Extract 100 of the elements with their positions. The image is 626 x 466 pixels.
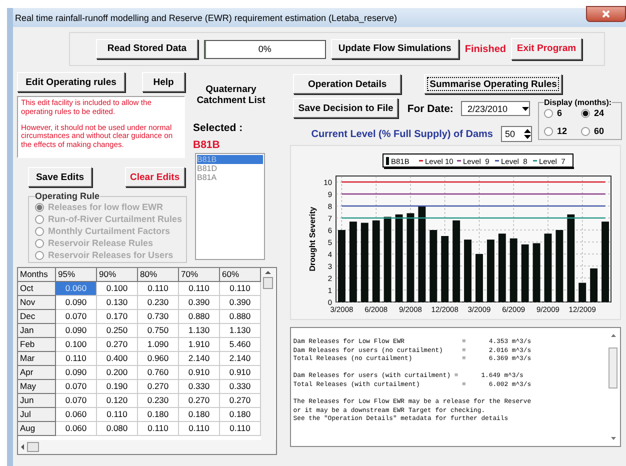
table-cell[interactable]: 0.880	[220, 310, 261, 324]
close-button[interactable]	[586, 6, 626, 22]
severity-bar	[441, 236, 449, 302]
table-cell[interactable]: 0.070	[56, 380, 97, 394]
table-cell[interactable]: 0.270	[138, 380, 179, 394]
table-cell[interactable]: 0.110	[138, 282, 179, 296]
table-cell[interactable]: 0.070	[56, 394, 97, 408]
radio-option[interactable]: 24	[581, 107, 618, 119]
clear-edits-button[interactable]: Clear Edits	[125, 167, 185, 187]
table-cell[interactable]: 0.230	[138, 296, 179, 310]
table-cell[interactable]: 0.180	[179, 408, 220, 422]
table-cell[interactable]: 0.390	[179, 296, 220, 310]
scroll-thumb[interactable]	[27, 442, 39, 452]
table-cell[interactable]: 0.130	[97, 296, 138, 310]
date-dropdown[interactable]: 2/23/2010	[461, 101, 530, 116]
exit-button[interactable]: Exit Program	[511, 38, 582, 60]
table-cell[interactable]: 0.070	[56, 310, 97, 324]
table-cell[interactable]: 0.110	[138, 422, 179, 436]
scroll-left-icon[interactable]	[21, 444, 24, 450]
table-cell[interactable]: 0.110	[220, 422, 261, 436]
severity-bar	[556, 230, 564, 302]
table-cell[interactable]: 0.910	[220, 366, 261, 380]
read-data-button[interactable]: Read Stored Data	[96, 38, 198, 58]
table-cell[interactable]: 2.140	[179, 352, 220, 366]
close-icon	[602, 10, 610, 18]
severity-bar	[578, 282, 586, 302]
table-cell[interactable]: 0.180	[220, 408, 261, 422]
table-cell[interactable]: 0.270	[220, 394, 261, 408]
summarise-rules-button[interactable]: Summarise Operating Rules	[424, 74, 562, 94]
table-cell[interactable]: 0.060	[56, 408, 97, 422]
row-header: Feb	[18, 338, 56, 352]
table-cell[interactable]: 0.110	[179, 282, 220, 296]
table-cell[interactable]: 0.060	[56, 422, 97, 436]
row-header: May	[18, 380, 56, 394]
radio-option[interactable]: 6	[544, 107, 581, 119]
table-cell[interactable]: 0.180	[138, 408, 179, 422]
table-cell[interactable]: 0.270	[179, 394, 220, 408]
table-cell[interactable]: 1.910	[179, 338, 220, 352]
row-header: Jul	[18, 408, 56, 422]
column-header: 95%	[56, 268, 97, 282]
table-cell[interactable]: 0.080	[97, 422, 138, 436]
table-cell[interactable]: 0.200	[97, 366, 138, 380]
vertical-scrollbar[interactable]	[608, 332, 618, 442]
table-cell[interactable]: 0.190	[97, 380, 138, 394]
table-cell[interactable]: 0.230	[138, 394, 179, 408]
table-cell[interactable]: 0.400	[97, 352, 138, 366]
table-cell[interactable]: 5.460	[220, 338, 261, 352]
update-simulations-button[interactable]: Update Flow Simulations	[330, 38, 459, 58]
table-cell[interactable]: 0.120	[97, 394, 138, 408]
edit-rules-button[interactable]: Edit Operating rules	[17, 72, 125, 92]
column-header: 90%	[97, 268, 138, 282]
date-label: For Date:	[407, 102, 454, 114]
severity-bar	[522, 244, 530, 302]
table-cell[interactable]: 0.110	[56, 352, 97, 366]
scroll-up-icon[interactable]	[265, 271, 271, 274]
radio-option[interactable]: 60	[581, 125, 618, 137]
table-cell[interactable]: 0.960	[138, 352, 179, 366]
catchment-item[interactable]: B81A	[197, 173, 263, 182]
severity-bar	[476, 254, 484, 302]
table-cell[interactable]: 0.760	[138, 366, 179, 380]
radio-option[interactable]: 12	[544, 125, 581, 137]
table-cell[interactable]: 0.110	[179, 422, 220, 436]
table-cell[interactable]: 0.170	[97, 310, 138, 324]
table-cell[interactable]: 0.390	[220, 296, 261, 310]
table-cell[interactable]: 0.270	[97, 338, 138, 352]
table-cell[interactable]: 2.140	[220, 352, 261, 366]
table-cell[interactable]: 0.750	[138, 324, 179, 338]
catchment-item[interactable]: B81D	[197, 164, 263, 173]
operation-details-button[interactable]: Operation Details	[293, 74, 402, 94]
save-edits-button[interactable]: Save Edits	[28, 167, 92, 187]
spin-arrows-icon[interactable]	[524, 129, 531, 139]
table-cell[interactable]: 0.110	[220, 282, 261, 296]
severity-bar	[487, 240, 495, 302]
table-cell[interactable]: 0.110	[97, 408, 138, 422]
catchment-list-title: Quaternary Catchment List	[196, 84, 266, 106]
dam-level-spinner[interactable]: 50	[501, 126, 532, 142]
save-decision-button[interactable]: Save Decision to File	[293, 98, 398, 118]
horizontal-scrollbar[interactable]	[18, 440, 276, 454]
table-cell[interactable]: 1.090	[138, 338, 179, 352]
vertical-scrollbar[interactable]	[261, 268, 275, 440]
table-cell[interactable]: 0.090	[56, 324, 97, 338]
table-cell[interactable]: 0.910	[179, 366, 220, 380]
table-cell[interactable]: 1.130	[220, 324, 261, 338]
dropdown-arrow-icon[interactable]	[522, 106, 530, 110]
table-cell[interactable]: 0.090	[56, 296, 97, 310]
scroll-thumb[interactable]	[263, 277, 273, 289]
table-cell[interactable]: 0.730	[138, 310, 179, 324]
group-title: Display (months):	[544, 98, 612, 107]
table-cell[interactable]: 0.100	[97, 282, 138, 296]
table-cell[interactable]: 0.330	[179, 380, 220, 394]
table-cell[interactable]: 0.090	[56, 366, 97, 380]
table-cell[interactable]: 0.100	[56, 338, 97, 352]
row-header: Dec	[18, 310, 56, 324]
table-cell[interactable]: 0.330	[220, 380, 261, 394]
row-header: Jan	[18, 324, 56, 338]
table-cell[interactable]: 0.880	[179, 310, 220, 324]
severity-bar	[510, 238, 518, 302]
table-cell[interactable]: 1.130	[179, 324, 220, 338]
table-cell[interactable]: 0.250	[97, 324, 138, 338]
help-button[interactable]: Help	[142, 72, 185, 92]
